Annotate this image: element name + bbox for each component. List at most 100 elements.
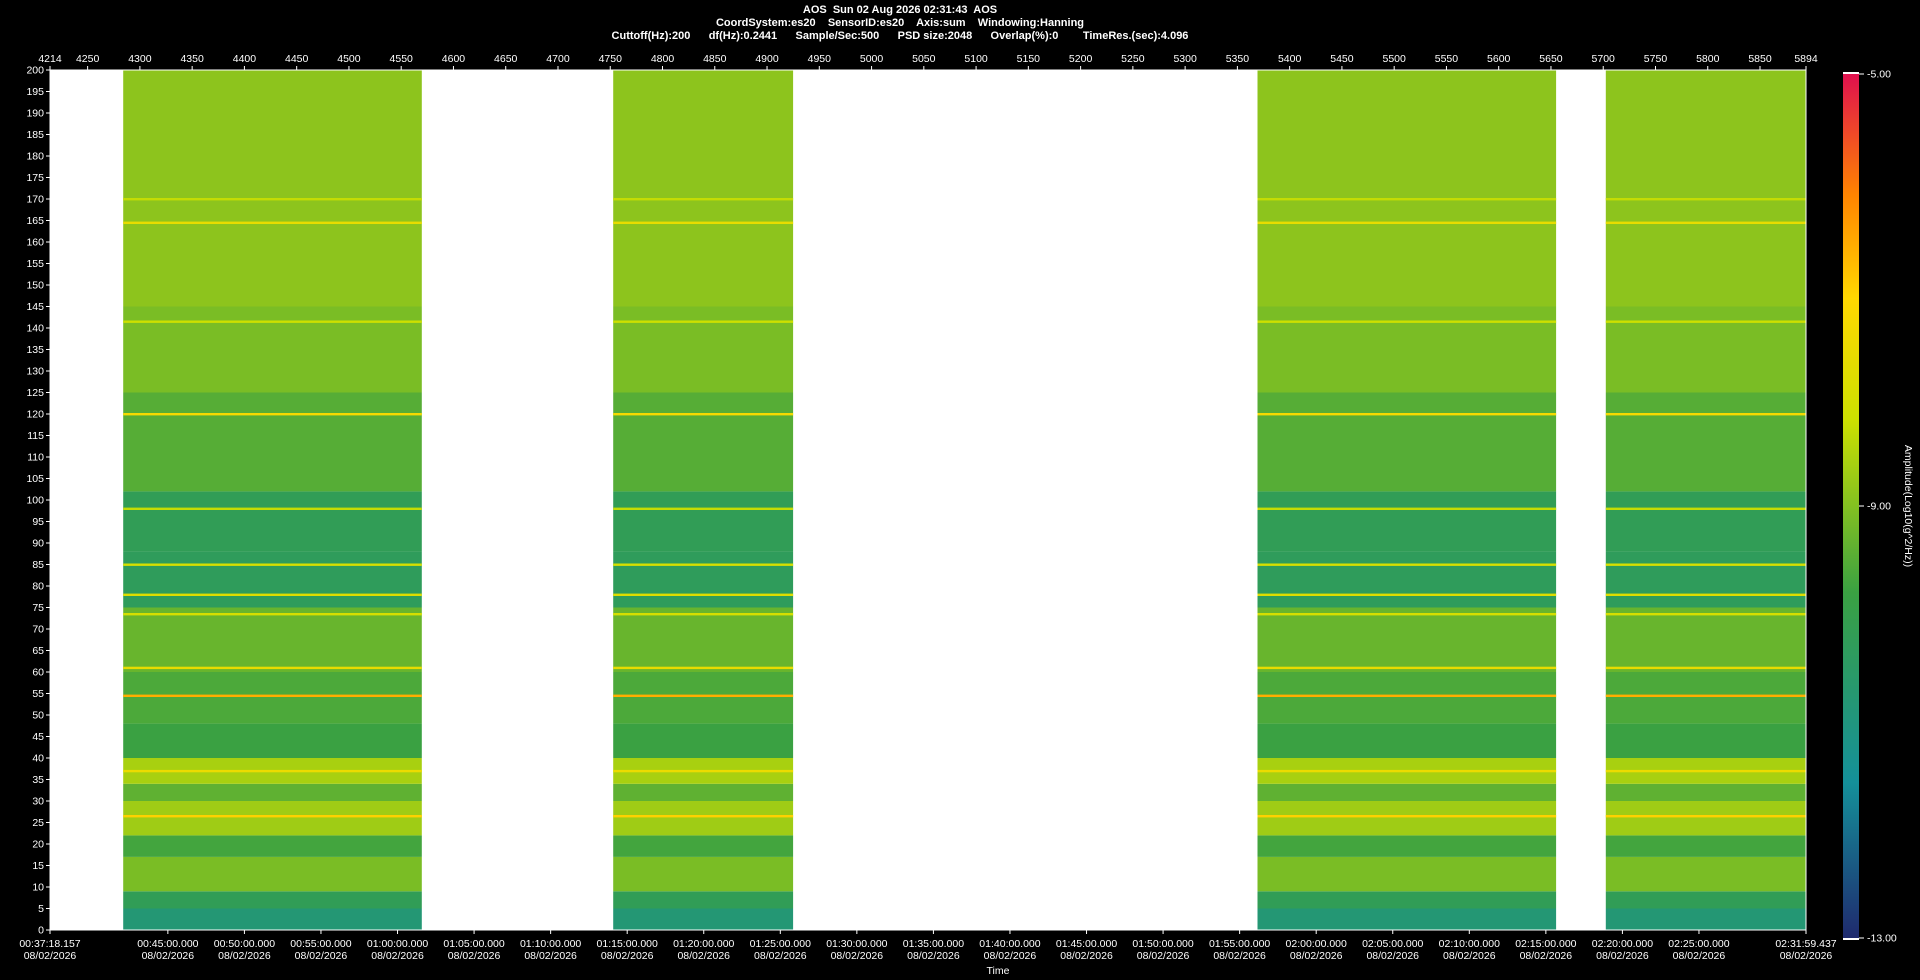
spectral-band (1257, 835, 1557, 857)
top-tick-label: 4700 (546, 53, 570, 65)
spectral-band (123, 835, 422, 857)
spectral-band (1257, 551, 1557, 608)
tonal-line (123, 666, 422, 670)
x-tick-time-label: 01:35:00.000 (903, 938, 964, 950)
spectral-band (1605, 835, 1806, 857)
tonal-line (1605, 507, 1806, 510)
x-tick-date-label: 08/02/2026 (1596, 950, 1649, 962)
y-tick-label: 110 (27, 452, 44, 464)
tonal-line (123, 769, 422, 773)
top-tick-label: 4800 (651, 53, 675, 65)
spectral-band (1257, 392, 1557, 492)
tonal-line (1257, 320, 1557, 323)
y-tick-label: 200 (26, 65, 44, 77)
x-tick-time-label: 00:50:00.000 (214, 938, 275, 950)
top-tick-label: 5000 (860, 53, 884, 65)
spectral-band (123, 551, 422, 608)
x-tick-time-label: 01:00:00.000 (367, 938, 428, 950)
tonal-line (123, 613, 422, 616)
x-tick-date-label: 08/02/2026 (907, 950, 960, 962)
top-tick-label: 5750 (1644, 53, 1668, 65)
spectral-band (123, 392, 422, 492)
spectral-band (1605, 723, 1806, 758)
tonal-line (1257, 694, 1557, 697)
x-tick-time-label: 02:05:00.000 (1362, 938, 1423, 950)
top-tick-label: 5050 (912, 53, 936, 65)
tonal-line (613, 320, 794, 323)
y-tick-label: 155 (26, 258, 44, 270)
x-tick-date-label: 08/02/2026 (754, 950, 807, 962)
x-tick-date-label: 08/02/2026 (524, 950, 577, 962)
top-tick-label: 4450 (285, 53, 309, 65)
spectral-band (613, 783, 794, 801)
top-tick-label: 4350 (180, 53, 204, 65)
spectral-band (123, 607, 422, 672)
tonal-line (1605, 413, 1806, 416)
y-tick-label: 120 (26, 409, 44, 421)
y-tick-label: 10 (32, 882, 44, 894)
top-tick-label: 5700 (1592, 53, 1616, 65)
top-tick-label: 5550 (1435, 53, 1459, 65)
colorbar-top-cap (1843, 72, 1859, 74)
tonal-line (123, 413, 422, 416)
tonal-line (1257, 815, 1557, 818)
x-tick-date-label: 08/02/2026 (677, 950, 730, 962)
x-tick-time-label: 01:20:00.000 (673, 938, 734, 950)
spectral-band (1257, 306, 1557, 393)
tonal-line (1605, 613, 1806, 616)
tonal-line (1257, 221, 1557, 224)
x-tick-date-label: 08/02/2026 (1137, 950, 1190, 962)
x-tick-date-label: 08/02/2026 (142, 950, 195, 962)
spectral-band (1605, 491, 1806, 552)
spectral-band (123, 856, 422, 892)
top-tick-label: 5894 (1794, 53, 1818, 65)
top-tick-label: 5800 (1696, 53, 1720, 65)
x-tick-time-label: 01:50:00.000 (1132, 938, 1193, 950)
tonal-line (613, 593, 794, 596)
spectral-band (613, 607, 794, 672)
y-tick-label: 20 (32, 839, 44, 851)
y-tick-label: 5 (38, 903, 44, 915)
tonal-line (1605, 593, 1806, 596)
x-tick-time-label: 01:30:00.000 (826, 938, 887, 950)
tonal-line (1257, 593, 1557, 596)
y-tick-label: 85 (32, 559, 44, 571)
y-tick-label: 40 (32, 753, 44, 765)
spectral-band (1605, 891, 1806, 909)
y-tick-label: 95 (32, 516, 44, 528)
x-tick-date-label: 08/02/2026 (371, 950, 424, 962)
top-tick-label: 5250 (1121, 53, 1145, 65)
colorbar-tick-label: -13.00 (1867, 933, 1897, 945)
top-tick-label: 5350 (1226, 53, 1250, 65)
tonal-line (1605, 769, 1806, 773)
top-tick-label: 4650 (494, 53, 518, 65)
y-tick-label: 190 (26, 108, 44, 120)
y-tick-label: 180 (26, 151, 44, 163)
tonal-line (1257, 198, 1557, 201)
y-tick-label: 135 (26, 344, 44, 356)
spectral-band (1605, 392, 1806, 492)
spectral-band (613, 70, 794, 307)
x-tick-time-label: 02:20:00.000 (1592, 938, 1653, 950)
tonal-line (123, 563, 422, 566)
tonal-line (613, 198, 794, 201)
x-tick-date-label: 08/02/2026 (1520, 950, 1573, 962)
tonal-line (1605, 666, 1806, 670)
top-tick-label: 5650 (1539, 53, 1563, 65)
y-tick-label: 55 (32, 688, 44, 700)
top-tick-label: 5100 (964, 53, 988, 65)
y-tick-label: 195 (26, 86, 44, 98)
x-tick-time-label: 02:25:00.000 (1668, 938, 1729, 950)
data-segment (1257, 70, 1557, 930)
x-tick-time-label: 01:40:00.000 (979, 938, 1040, 950)
x-tick-time-label: 01:45:00.000 (1056, 938, 1117, 950)
spectral-band (1257, 607, 1557, 672)
x-tick-time-label: 01:10:00.000 (520, 938, 581, 950)
spectral-band (1605, 783, 1806, 801)
x-tick-date-label: 08/02/2026 (1290, 950, 1343, 962)
top-tick-label: 5500 (1382, 53, 1406, 65)
tonal-line (613, 221, 794, 224)
spectral-band (123, 306, 422, 393)
y-tick-label: 30 (32, 796, 44, 808)
x-tick-time-label: 00:45:00.000 (137, 938, 198, 950)
